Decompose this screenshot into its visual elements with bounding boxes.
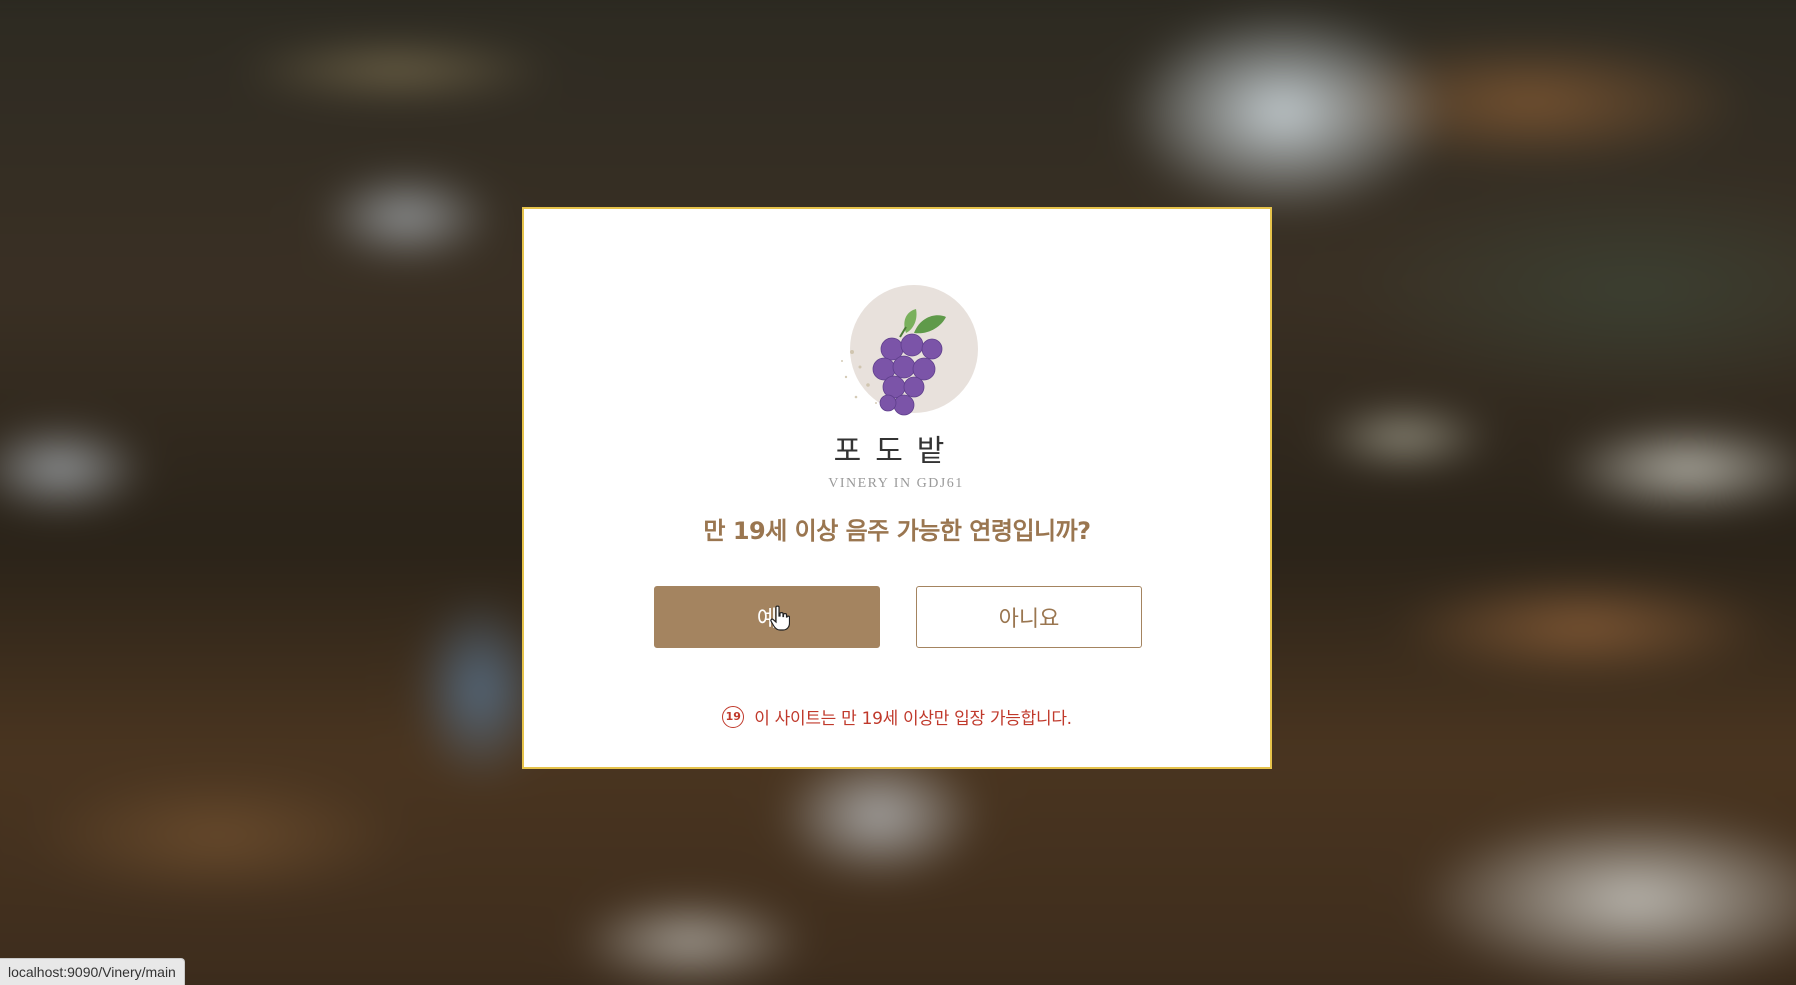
yes-button[interactable]: 예 bbox=[654, 586, 880, 648]
vinery-logo: 포도밭 VINERY IN GDJ61 bbox=[828, 285, 978, 491]
no-button-label: 아니요 bbox=[998, 607, 1060, 632]
notice-text: 이 사이트는 만 19세 이상만 입장 가능합니다. bbox=[754, 709, 1072, 729]
hand-cursor-icon bbox=[770, 605, 790, 631]
age-verification-modal: 포도밭 VINERY IN GDJ61 만 19세 이상 음주 가능한 연령입니… bbox=[522, 207, 1272, 769]
no-button[interactable]: 아니요 bbox=[916, 586, 1142, 648]
age-restriction-notice: 19 이 사이트는 만 19세 이상만 입장 가능합니다. bbox=[524, 704, 1270, 729]
logo-name: 포도밭 bbox=[834, 434, 959, 469]
age-gate-page: 포도밭 VINERY IN GDJ61 만 19세 이상 음주 가능한 연령입니… bbox=[0, 0, 1796, 985]
status-url: localhost:9090/Vinery/main bbox=[8, 964, 176, 980]
logo-subtitle: VINERY IN GDJ61 bbox=[828, 476, 964, 491]
age-question: 만 19세 이상 음주 가능한 연령입니까? bbox=[703, 517, 1091, 545]
age-19-badge-icon: 19 bbox=[722, 705, 745, 728]
browser-status-bar: localhost:9090/Vinery/main bbox=[0, 958, 185, 985]
